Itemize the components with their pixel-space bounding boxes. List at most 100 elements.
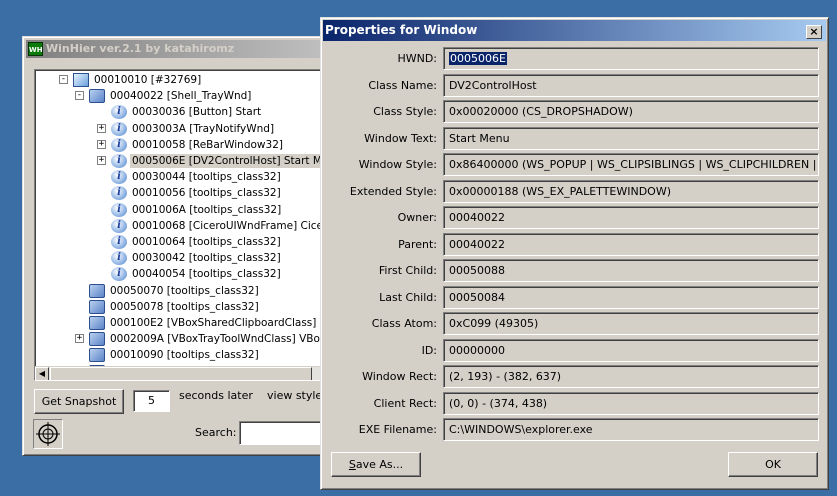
property-row: Window Text: Start Menu <box>321 126 830 151</box>
tree-node-label: 00040022 [Shell_TrayWnd] <box>110 90 252 103</box>
property-label: ID: <box>421 343 437 357</box>
properties-title-bar[interactable]: Properties for Window × <box>323 20 826 41</box>
property-value-field[interactable]: 00040022 <box>443 206 819 229</box>
close-button[interactable]: × <box>806 25 822 39</box>
tree-node[interactable]: i 00010056 [tooltips_class32] <box>111 185 283 201</box>
tree-node[interactable]: 000100E2 [VBoxSharedClipboardClass] VBox <box>89 315 325 331</box>
property-value-field[interactable]: 00050084 <box>443 285 819 309</box>
tree-node[interactable]: 00050070 [tooltips_class32] <box>89 283 261 299</box>
property-row: Extended Style: 0x00000188 (WS_EX_PALETTE… <box>321 179 830 204</box>
tree-horizontal-scrollbar[interactable]: ◀ <box>35 366 325 380</box>
property-value-field[interactable]: 0xC099 (49305) <box>443 312 819 335</box>
property-label: HWND: <box>397 52 437 65</box>
properties-title-text: Properties for Window <box>325 23 478 37</box>
info-icon: i <box>111 186 127 201</box>
property-value-field[interactable]: 0x00020000 (CS_DROPSHADOW) <box>443 100 819 123</box>
property-row: Window Style: 0x86400000 (WS_POPUP | WS_C… <box>321 153 830 177</box>
winhier-title-bar[interactable]: WH WinHier ver.2.1 by katahiromz <box>26 40 330 58</box>
collapse-icon[interactable]: - <box>59 75 68 84</box>
property-value: DV2ControlHost <box>449 78 537 92</box>
info-icon: i <box>111 251 127 266</box>
expand-icon[interactable]: + <box>75 334 84 344</box>
tree-node[interactable]: + i 00010058 [ReBarWindow32] <box>97 137 285 153</box>
property-value-field[interactable]: 0005006E <box>443 47 819 70</box>
tree-node-label: 00030036 [Button] Start <box>132 106 262 119</box>
property-value: 00040022 <box>449 211 505 224</box>
property-value-field[interactable]: 00040022 <box>443 232 819 256</box>
info-icon: i <box>111 202 127 217</box>
window-icon <box>89 283 105 298</box>
property-value-field[interactable]: (2, 193) - (382, 637) <box>443 365 819 388</box>
property-label: Owner: <box>397 211 437 224</box>
desktop-icon <box>73 73 89 87</box>
property-value: C:\WINDOWS\explorer.exe <box>449 423 593 436</box>
expand-icon[interactable]: + <box>97 156 106 165</box>
property-row: Window Rect: (2, 193) - (382, 637) <box>321 365 830 389</box>
property-value: 00050084 <box>449 290 505 304</box>
property-row: First Child: 00050088 <box>321 259 830 283</box>
tree-node[interactable]: i 0001006A [tooltips_class32] <box>111 202 283 218</box>
property-value: 0x86400000 (WS_POPUP | WS_CLIPSIBLINGS |… <box>449 158 819 171</box>
property-value-field[interactable]: C:\WINDOWS\explorer.exe <box>443 418 819 441</box>
info-icon: i <box>111 105 127 120</box>
collapse-icon[interactable]: - <box>75 91 84 101</box>
scroll-thumb[interactable] <box>50 367 312 380</box>
properties-window: Properties for Window × HWND: 0005006E Cla… <box>320 17 829 490</box>
expand-icon[interactable]: + <box>97 123 106 133</box>
property-value-field[interactable]: Start Menu <box>443 126 819 150</box>
tree-node-label: 0003003A [TrayNotifyWnd] <box>132 122 275 135</box>
property-value: (2, 193) - (382, 637) <box>449 370 562 383</box>
finder-tool[interactable] <box>33 419 63 449</box>
tree-node[interactable]: i 00040054 [tooltips_class32] <box>111 266 283 282</box>
property-label: Window Text: <box>364 131 437 145</box>
property-value-field[interactable]: 0x00000188 (WS_EX_PALETTEWINDOW) <box>443 179 819 203</box>
tree-node[interactable]: i 00030042 [tooltips_class32] <box>111 250 283 266</box>
property-value-field[interactable]: 0x86400000 (WS_POPUP | WS_CLIPSIBLINGS |… <box>443 153 819 176</box>
tree-node-label: 00010010 [#32769] <box>94 74 202 86</box>
property-label: First Child: <box>378 264 437 277</box>
tree-node[interactable]: 00010090 [tooltips_class32] <box>89 347 261 363</box>
property-row: Client Rect: (0, 0) - (374, 438) <box>321 391 830 416</box>
property-row: Owner: 00040022 <box>321 206 830 230</box>
property-value: 0xC099 (49305) <box>449 317 539 330</box>
tree-node-label: 00010064 [tooltips_class32] <box>132 236 281 248</box>
window-icon <box>89 299 105 314</box>
tree-node[interactable]: - 00010010 [#32769] <box>59 72 203 88</box>
property-value: (0, 0) - (374, 438) <box>449 396 548 410</box>
seconds-input[interactable]: 5 <box>133 390 170 412</box>
window-tree[interactable]: -00010010 [#32769] -00040022 [Shell_TrayW… <box>34 69 326 381</box>
property-value-field[interactable]: 00050088 <box>443 259 819 282</box>
property-value-field[interactable]: 00000000 <box>443 338 819 362</box>
property-row: Class Style: 0x00020000 (CS_DROPSHADOW) <box>321 100 830 124</box>
tree-node[interactable]: i 00030036 [Button] Start <box>111 104 263 120</box>
tree-node[interactable]: 00050078 [tooltips_class32] <box>89 299 261 315</box>
expand-icon[interactable]: + <box>97 139 106 149</box>
property-row: HWND: 0005006E <box>321 47 830 71</box>
info-icon: i <box>111 121 127 136</box>
tree-node[interactable]: + i 0005006E [DV2ControlHost] Start Menu <box>97 153 325 169</box>
tree-node[interactable]: i 00010068 [CiceroUIWndFrame] CiceroUIW <box>111 218 325 234</box>
tree-node[interactable]: - 00040022 [Shell_TrayWnd] <box>75 88 253 104</box>
get-snapshot-button[interactable]: Get Snapshot <box>34 389 124 414</box>
search-label: Search: <box>195 426 237 439</box>
property-value: 0005006E <box>449 52 507 65</box>
tree-node[interactable]: i 00030044 [tooltips_class32] <box>111 169 283 185</box>
window-icon <box>89 316 105 330</box>
property-value: 0x00020000 (CS_DROPSHADOW) <box>449 105 633 118</box>
close-icon: × <box>809 25 819 38</box>
property-label: EXE Filename: <box>358 423 437 436</box>
property-value-field[interactable]: DV2ControlHost <box>443 73 819 97</box>
winhier-title-text: WinHier ver.2.1 by katahiromz <box>46 42 235 55</box>
property-label: Window Rect: <box>362 370 437 383</box>
scroll-left-arrow-icon[interactable]: ◀ <box>35 367 49 380</box>
property-value: 00040022 <box>449 237 505 251</box>
tree-node[interactable]: i 00010064 [tooltips_class32] <box>111 234 283 250</box>
property-label: Client Rect: <box>373 396 437 410</box>
tree-node-label: 00010068 [CiceroUIWndFrame] CiceroUIW <box>132 219 325 232</box>
ok-label: OK <box>765 458 781 471</box>
property-value-field[interactable]: (0, 0) - (374, 438) <box>443 391 819 415</box>
save-as-button[interactable]: Save As... <box>331 452 421 477</box>
ok-button[interactable]: OK <box>728 452 818 477</box>
tree-node[interactable]: + i 0003003A [TrayNotifyWnd] <box>97 121 276 137</box>
tree-node[interactable]: +0002009A [VBoxTrayToolWndClass] VBoxTra <box>75 331 325 347</box>
